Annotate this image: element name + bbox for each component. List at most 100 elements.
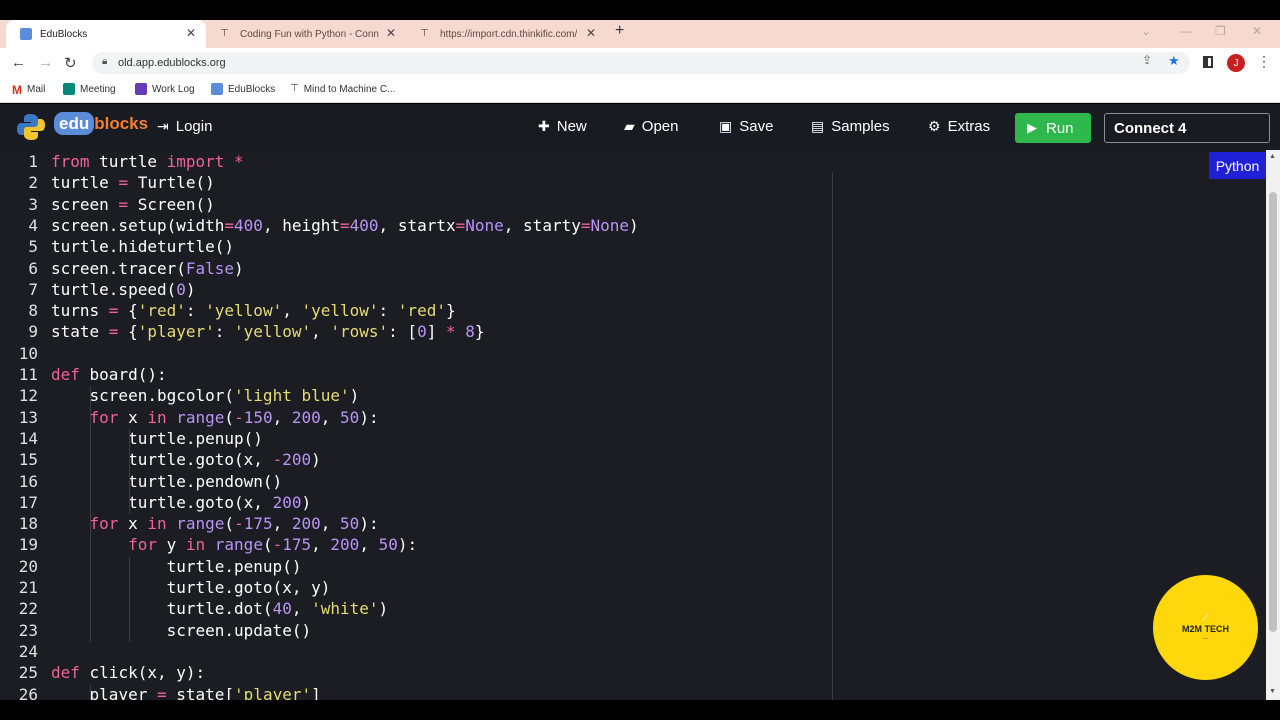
bookmark-star-icon[interactable]: ★	[1168, 53, 1180, 69]
code-text: screen.tracer(False)	[51, 258, 244, 278]
watermark-text: M2M TECH	[1182, 624, 1229, 634]
code-text: state = {'player': 'yellow', 'rows': [0]…	[51, 322, 485, 342]
save-button[interactable]: ▣ Save	[719, 118, 773, 135]
gear-icon: ⚙	[928, 118, 941, 134]
line-number: 13	[18, 407, 38, 427]
samples-button[interactable]: ▤ Samples	[811, 118, 890, 135]
back-icon[interactable]: ←	[11, 54, 26, 71]
line-number: 18	[18, 514, 38, 534]
book-icon: ▤	[811, 118, 825, 134]
bookmark-mail[interactable]: M Mail	[12, 83, 46, 97]
line-number: 22	[18, 599, 38, 619]
restore-icon[interactable]: ❐	[1215, 24, 1226, 38]
code-editor[interactable]: 1 from turtle import * 2 turtle = Turtle() 3…	[0, 150, 1266, 700]
login-label: Login	[175, 118, 213, 135]
window-close-icon[interactable]: ✕	[1252, 24, 1262, 38]
extras-label: Extras	[947, 118, 991, 135]
edublocks-header: edu blocks ⇥ Login ✚ New ▰ Open ▣ Save ▤ Sampl…	[0, 104, 1280, 150]
editor-scrollbar[interactable]: ▲ ▼	[1266, 150, 1280, 700]
run-button[interactable]: ▶ Run	[1015, 113, 1091, 143]
url-text: old.app.edublocks.org	[118, 57, 226, 69]
open-button[interactable]: ▰ Open	[624, 118, 678, 135]
logo-blocks: blocks	[94, 114, 149, 133]
new-button[interactable]: ✚ New	[538, 118, 587, 135]
tab-title: Coding Fun with Python - Conn	[240, 28, 379, 40]
tab-edublocks[interactable]: EduBlocks ✕	[6, 20, 206, 48]
line-number: 26	[18, 684, 38, 701]
code-text: turtle = Turtle()	[51, 173, 215, 193]
line-number: 8	[28, 301, 38, 321]
code-text: turtle.penup()	[51, 428, 263, 448]
edublocks-icon	[211, 83, 223, 95]
bookmark-meeting[interactable]: Meeting	[63, 83, 116, 95]
bookmark-edublocks[interactable]: EduBlocks	[211, 83, 275, 95]
bookmarks-bar: M Mail Meeting Work Log EduBlocks ⊤ Mind…	[0, 78, 1280, 103]
code-text: screen = Screen()	[51, 194, 215, 214]
bookmark-label: Mail	[27, 83, 46, 95]
tab-search-icon[interactable]: ⌄	[1141, 24, 1151, 38]
bookmark-work-log[interactable]: Work Log	[135, 83, 195, 95]
python-logo-icon	[17, 114, 45, 140]
scroll-up-icon[interactable]: ▲	[1269, 153, 1276, 160]
tab-title: EduBlocks	[40, 28, 88, 40]
code-text: for y in range(-175, 200, 50):	[128, 535, 418, 555]
line-number: 6	[28, 258, 38, 278]
tab-thinkific[interactable]: ⊤ https://import.cdn.thinkific.com/ ✕	[406, 20, 606, 48]
share-icon[interactable]: ⇪	[1142, 53, 1152, 67]
edublocks-favicon-icon	[20, 28, 32, 40]
line-number: 24	[18, 641, 38, 661]
play-icon: ▶	[1027, 120, 1037, 135]
line-number: 15	[18, 450, 38, 470]
new-tab-icon[interactable]: +	[615, 22, 624, 40]
thinkific-favicon-icon: ⊤	[220, 28, 229, 39]
code-text: screen.bgcolor('light blue')	[51, 386, 360, 406]
open-label: Open	[641, 118, 679, 135]
line-number: 2	[28, 173, 38, 193]
bookmark-mind-to-machine[interactable]: ⊤ Mind to Machine C...	[290, 83, 395, 95]
code-text: turtle.goto(x, y)	[51, 578, 331, 597]
bookmark-label: Meeting	[80, 83, 116, 95]
code-text: turtle.penup()	[51, 556, 302, 576]
code-text: from turtle import *	[51, 152, 244, 171]
line-number: 3	[28, 194, 38, 214]
login-button[interactable]: ⇥ Login	[157, 118, 212, 135]
scroll-down-icon[interactable]: ▼	[1269, 688, 1276, 695]
indent-guide	[90, 684, 91, 700]
line-number: 14	[18, 428, 38, 448]
new-label: New	[556, 118, 587, 135]
side-panel-icon[interactable]	[1203, 56, 1213, 68]
line-number: 10	[18, 343, 38, 363]
line-number: 23	[18, 620, 38, 640]
python-mode-tab[interactable]: Python	[1209, 152, 1266, 179]
lock-icon[interactable]: 🔒︎	[102, 56, 107, 67]
tab-coding-fun[interactable]: ⊤ Coding Fun with Python - Conn ✕	[206, 20, 406, 48]
project-name-field[interactable]: Connect 4	[1104, 113, 1270, 143]
spark-icon: ⟋	[1202, 613, 1209, 624]
screen-top-border	[0, 0, 1280, 20]
extras-button[interactable]: ⚙ Extras	[928, 118, 990, 135]
edublocks-logo[interactable]: edu blocks	[54, 112, 149, 135]
close-icon[interactable]: ✕	[186, 26, 196, 40]
line-number: 1	[28, 152, 38, 171]
code-text: turtle.hideturtle()	[51, 237, 235, 257]
close-icon[interactable]: ✕	[586, 26, 596, 40]
browser-menu-icon[interactable]: ⋮	[1257, 53, 1271, 70]
profile-avatar[interactable]: J	[1227, 54, 1245, 72]
line-number: 4	[28, 215, 38, 235]
code-text: turtle.goto(x, -200)	[51, 450, 321, 470]
line-number: 21	[18, 578, 38, 597]
logo-edu: edu	[54, 112, 95, 135]
minimize-icon[interactable]: —	[1180, 24, 1192, 38]
forward-icon[interactable]: →	[38, 54, 53, 71]
address-bar[interactable]: 🔒︎ old.app.edublocks.org	[92, 52, 1190, 74]
scrollbar-thumb[interactable]	[1269, 192, 1277, 632]
indent-guide	[129, 428, 130, 515]
bookmark-label: EduBlocks	[228, 83, 276, 95]
code-text: player = state['player']	[51, 684, 321, 701]
close-icon[interactable]: ✕	[386, 26, 396, 40]
gmail-icon: M	[12, 83, 22, 97]
bookmark-label: Work Log	[152, 83, 195, 95]
line-number: 25	[18, 663, 38, 683]
screen-bottom-border	[0, 700, 1280, 720]
reload-icon[interactable]: ↻	[64, 54, 77, 72]
